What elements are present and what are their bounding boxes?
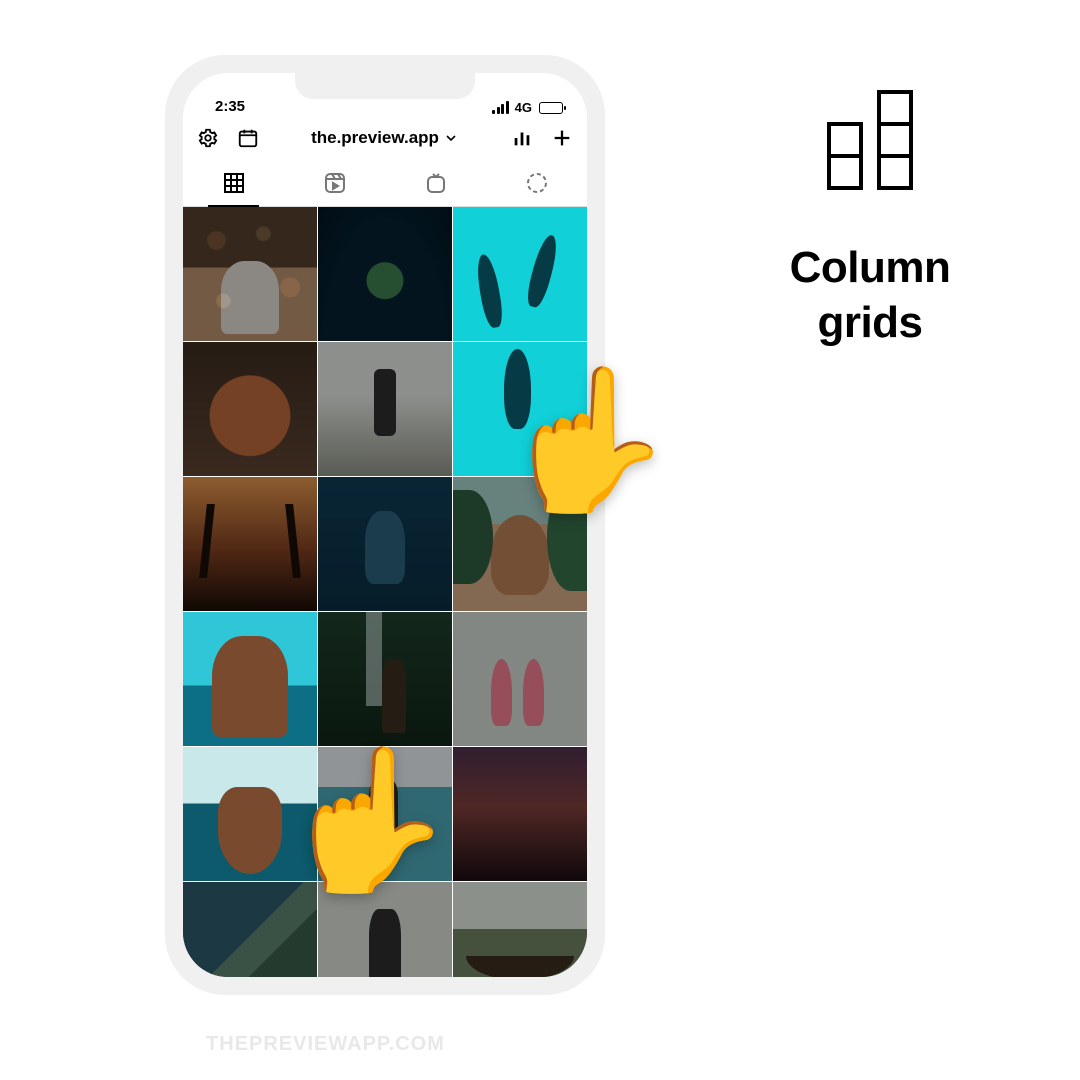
grid-cell[interactable] [453,882,587,977]
grid-cell[interactable] [183,342,317,476]
gear-icon[interactable] [197,127,219,149]
content-tabs [183,159,587,207]
status-time: 2:35 [215,98,245,115]
app-header: the.preview.app [183,117,587,159]
tab-grid[interactable] [183,159,284,206]
plus-icon[interactable] [551,127,573,149]
account-selector[interactable]: the.preview.app [311,128,459,148]
tab-igtv[interactable] [385,159,486,206]
side-title: Column grids [720,240,1020,350]
pointing-hand-icon: 👆 [500,370,674,510]
grid-cell[interactable] [183,477,317,611]
tab-reels[interactable] [284,159,385,206]
calendar-icon[interactable] [237,127,259,149]
signal-icon [492,101,509,114]
analytics-icon[interactable] [511,127,533,149]
network-label: 4G [515,100,532,115]
watermark: THEPREVIEWAPP.COM [206,1033,445,1056]
battery-icon [539,102,563,114]
status-right: 4G [492,100,563,115]
grid-cell[interactable] [183,207,317,341]
grid-cell[interactable] [318,342,452,476]
grid-cell[interactable] [318,612,452,746]
side-panel: Column grids [720,90,1020,350]
side-title-line: Column [720,240,1020,295]
grid-cell[interactable] [453,207,587,341]
account-name: the.preview.app [311,128,439,148]
phone-notch [295,73,475,99]
grid-cell[interactable] [318,207,452,341]
chevron-down-icon [443,130,459,146]
grid-cell[interactable] [183,612,317,746]
pointing-hand-icon: 👆 [280,750,454,890]
grid-cell[interactable] [318,477,452,611]
grid-cell[interactable] [453,612,587,746]
tab-stories[interactable] [486,159,587,206]
grid-cell[interactable] [453,747,587,881]
column-grids-icon [720,90,1020,190]
side-title-line: grids [720,295,1020,350]
